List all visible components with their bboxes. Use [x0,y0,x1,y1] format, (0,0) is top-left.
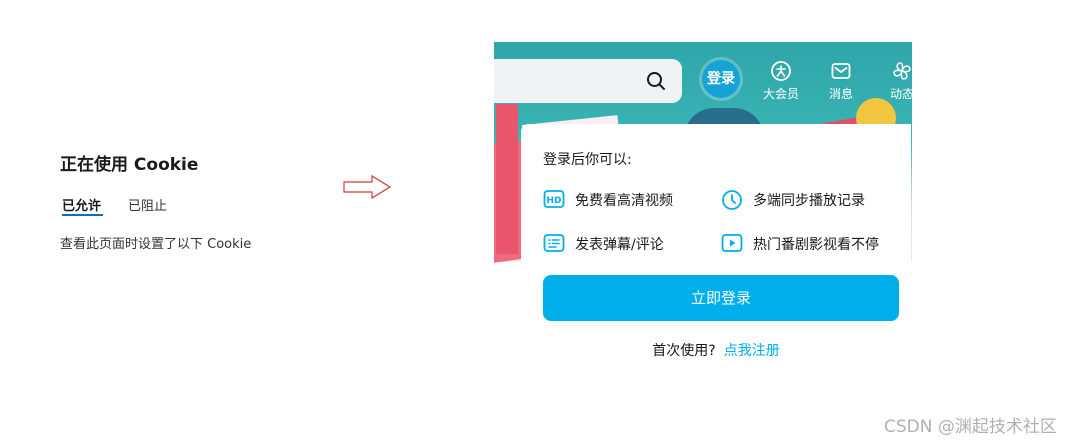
play-icon [721,234,743,252]
nav-messages-label: 消息 [828,87,853,101]
search-icon[interactable] [646,71,666,91]
register-link[interactable]: 点我注册 [724,343,780,359]
nav-dynamics[interactable]: 动态 [877,60,912,102]
fan-icon [893,62,911,80]
feature-sync-label: 多端同步播放记录 [753,193,865,209]
mail-icon [831,63,851,79]
login-now-button[interactable]: 立即登录 [543,275,899,321]
nav-dynamics-label: 动态 [889,87,912,101]
feature-anime-label: 热门番剧影视看不停 [753,237,879,253]
login-popup: 登录后你可以: HD 免费看高清视频 多端同步播放记录 发表弹幕/评论 热门番剧… [521,124,911,372]
cookie-tabs: 已允许 已阻止 [60,195,360,219]
search-input[interactable] [494,59,682,103]
cookie-panel-title: 正在使用 Cookie [60,155,199,175]
login-avatar-button[interactable]: 登录 [702,60,740,98]
comment-list-icon [543,234,565,252]
tab-blocked[interactable]: 已阻止 [128,195,167,214]
clock-icon [722,190,742,210]
feature-hd-label: 免费看高清视频 [575,193,673,209]
cookie-description: 查看此页面时设置了以下 Cookie [60,237,252,252]
feature-comment-label: 发表弹幕/评论 [575,237,664,253]
register-prompt: 首次使用? [652,343,716,359]
right-arrow-icon [343,174,392,200]
nav-vip[interactable]: 大会员 [756,60,806,102]
cookie-panel: 正在使用 Cookie 已允许 已阻止 查看此页面时设置了以下 Cookie [60,150,360,252]
popup-heading: 登录后你可以: [543,152,632,168]
svg-text:HD: HD [546,196,561,206]
banner-art [496,104,518,254]
hd-icon: HD [543,190,565,208]
site-screenshot: 登录 大会员 消息 动态 登录后你可以: HD 免费看高清视频 多端同步播放记录… [494,42,912,372]
nav-vip-label: 大会员 [762,87,799,101]
watermark: CSDN @渊起技术社区 [884,417,1057,437]
vip-icon [771,61,791,81]
nav-messages[interactable]: 消息 [816,60,866,102]
tab-allowed[interactable]: 已允许 [62,195,104,216]
register-row: 首次使用? 点我注册 [521,340,911,360]
